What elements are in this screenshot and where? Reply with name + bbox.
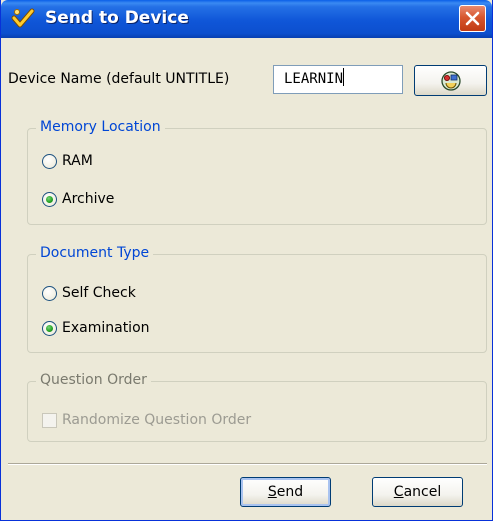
radio-archive[interactable]: Archive [42, 189, 114, 209]
device-connect-icon [441, 71, 461, 91]
send-to-device-dialog: Send to Device Device Name (default UNTI… [0, 0, 493, 521]
radio-ram-indicator[interactable] [42, 153, 57, 169]
radio-examination-label: Examination [62, 320, 150, 336]
question-order-group: Question Order Randomize Question Order [27, 372, 487, 442]
randomize-checkbox-indicator[interactable] [42, 412, 57, 428]
send-mnemonic: S [267, 484, 277, 500]
radio-self-check[interactable]: Self Check [42, 283, 136, 303]
close-button[interactable] [459, 5, 486, 32]
cancel-mnemonic: C [393, 484, 404, 500]
radio-self-check-indicator[interactable] [42, 285, 57, 301]
memory-location-group: Memory Location RAM Archive [27, 119, 487, 225]
radio-ram-label: RAM [62, 153, 93, 169]
text-caret [343, 68, 345, 86]
window-title: Send to Device [45, 8, 189, 28]
memory-location-legend: Memory Location [36, 119, 165, 135]
radio-ram[interactable]: RAM [42, 151, 93, 171]
cancel-label-rest: ancel [403, 484, 442, 500]
checkmark-app-icon [11, 7, 35, 31]
device-name-value: LEARNIN [284, 71, 344, 87]
close-x-icon [465, 11, 480, 26]
radio-self-check-label: Self Check [62, 285, 136, 301]
button-separator [8, 463, 487, 465]
send-label-rest: end [276, 484, 304, 500]
send-button[interactable]: Send [240, 477, 331, 507]
device-connect-button[interactable] [414, 65, 487, 96]
radio-archive-label: Archive [62, 191, 115, 207]
question-order-legend: Question Order [36, 372, 151, 388]
radio-archive-indicator[interactable] [42, 191, 57, 207]
document-type-group: Document Type Self Check Examination [27, 245, 487, 353]
radio-examination-indicator[interactable] [42, 320, 57, 336]
randomize-question-order-checkbox[interactable]: Randomize Question Order [42, 410, 251, 430]
randomize-checkbox-label: Randomize Question Order [62, 412, 252, 428]
device-name-label: Device Name (default UNTITLE) [8, 71, 230, 87]
cancel-button[interactable]: Cancel [372, 477, 463, 507]
title-bar[interactable]: Send to Device [1, 0, 492, 38]
device-name-input[interactable]: LEARNIN [273, 65, 403, 94]
document-type-legend: Document Type [36, 245, 154, 261]
radio-examination[interactable]: Examination [42, 318, 150, 338]
